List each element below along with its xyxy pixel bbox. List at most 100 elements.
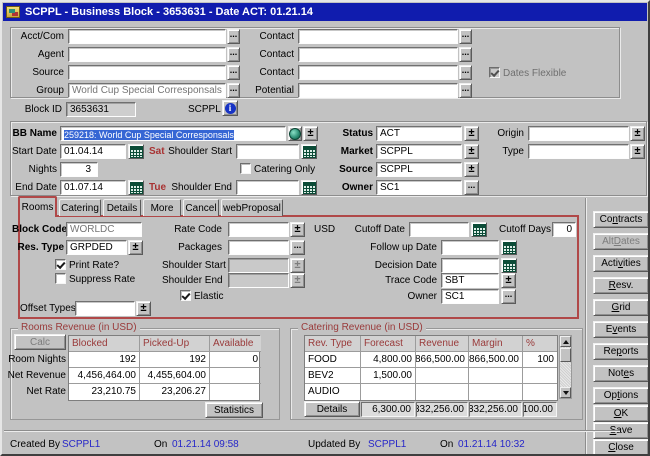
status-dropdown-icon[interactable]	[464, 126, 479, 141]
market-field[interactable]: SCPPL	[376, 144, 462, 159]
info-icon[interactable]	[222, 100, 238, 116]
block-id-field: 3653631	[66, 102, 136, 117]
source-lookup-button[interactable]	[227, 65, 240, 80]
contact1-field[interactable]	[298, 29, 458, 44]
res-type-dropdown-icon[interactable]	[128, 240, 143, 255]
contact2-lookup-button[interactable]	[459, 47, 472, 62]
activities-button[interactable]: Activities	[593, 255, 649, 272]
rooms-owner-field[interactable]: SC1	[441, 289, 499, 304]
type-field[interactable]	[528, 144, 629, 159]
contact1-lookup-button[interactable]	[459, 29, 472, 44]
cutoff-date-field[interactable]	[409, 222, 469, 237]
owner-field[interactable]: SC1	[376, 180, 462, 195]
scroll-down-icon[interactable]	[560, 387, 571, 398]
follow-up-calendar-icon[interactable]	[501, 240, 517, 255]
packages-label: Packages	[162, 242, 222, 254]
suppress-rate-checkbox[interactable]	[55, 273, 66, 284]
print-rate-checkbox[interactable]	[55, 259, 66, 270]
type-dropdown-icon[interactable]	[630, 144, 645, 159]
status-field[interactable]: ACT	[376, 126, 462, 141]
bb-name-dropdown-icon[interactable]	[303, 126, 318, 141]
shoulder-end-calendar-icon[interactable]	[301, 180, 317, 195]
elastic-checkbox[interactable]	[180, 290, 191, 301]
tab-webproposal[interactable]: webProposal	[221, 199, 283, 216]
origin-field[interactable]	[528, 126, 629, 141]
shoulder-start-field[interactable]	[236, 144, 299, 159]
acct-com-field[interactable]	[68, 29, 226, 44]
bb-name-field[interactable]: 259218: World Cup Special Corresponsals	[60, 126, 286, 141]
rooms-revenue-header-row: Blocked Picked-Up Available	[69, 336, 259, 352]
contact3-field[interactable]	[298, 65, 458, 80]
catering-table-scrollbar[interactable]	[559, 335, 572, 399]
cell-food-forecast: 4,800.00	[361, 352, 416, 368]
shoulder-end-field[interactable]	[236, 180, 299, 195]
source-field[interactable]	[68, 65, 226, 80]
res-type-field[interactable]: GRPDED	[66, 240, 127, 255]
scrollbar-thumb[interactable]	[560, 348, 571, 362]
contact3-lookup-button[interactable]	[459, 65, 472, 80]
catering-only-checkbox[interactable]	[240, 163, 251, 174]
total-margin: 3,332,256.00	[469, 402, 522, 417]
packages-field[interactable]	[228, 240, 289, 255]
nights-field[interactable]: 3	[60, 162, 98, 177]
potential-field[interactable]	[298, 83, 458, 98]
updated-by-value: SCPPL1	[368, 439, 406, 450]
rate-code-dropdown-icon[interactable]	[290, 222, 305, 237]
rate-code-field[interactable]	[228, 222, 289, 237]
resv-button[interactable]: Resv.	[593, 277, 649, 294]
acct-com-lookup-button[interactable]	[227, 29, 240, 44]
details-button[interactable]: Details	[304, 401, 360, 417]
cutoff-date-calendar-icon[interactable]	[471, 222, 487, 237]
notes-button[interactable]: Notes	[593, 365, 649, 382]
decision-date-field[interactable]	[441, 258, 499, 273]
cutoff-days-field[interactable]: 0	[552, 222, 576, 237]
block-code-field: WORLDC	[66, 222, 142, 237]
ok-button[interactable]: OK	[593, 405, 649, 422]
tab-catering[interactable]: Catering	[59, 199, 101, 216]
tab-more[interactable]: More	[143, 199, 181, 216]
options-button[interactable]: Options	[593, 387, 649, 404]
rooms-owner-lookup-button[interactable]	[501, 289, 516, 304]
tab-details[interactable]: Details	[103, 199, 141, 216]
net-revenue-row-label: Net Revenue	[4, 370, 66, 382]
end-date-field[interactable]: 01.07.14	[60, 180, 126, 195]
decision-date-calendar-icon[interactable]	[501, 258, 517, 273]
end-date-calendar-icon[interactable]	[128, 180, 144, 195]
start-date-calendar-icon[interactable]	[128, 144, 144, 159]
contracts-button[interactable]: Contracts	[593, 211, 649, 228]
globe-icon[interactable]	[288, 126, 302, 141]
start-date-field[interactable]: 01.04.14	[60, 144, 126, 159]
group-field[interactable]: World Cup Special Corresponsals	[68, 83, 226, 98]
offset-types-field[interactable]	[75, 301, 135, 316]
cell-food-revenue: 3,866,500.00	[416, 352, 469, 368]
market-dropdown-icon[interactable]	[464, 144, 479, 159]
agent-field[interactable]	[68, 47, 226, 62]
trace-code-dropdown-icon[interactable]	[501, 273, 516, 288]
scroll-up-icon[interactable]	[560, 336, 571, 347]
trace-code-field[interactable]: SBT	[441, 273, 499, 288]
offset-types-dropdown-icon[interactable]	[136, 301, 151, 316]
events-button[interactable]: Events	[593, 321, 649, 338]
shoulder-start-calendar-icon[interactable]	[301, 144, 317, 159]
cell-audio-pct	[523, 384, 557, 400]
catering-revenue-title: Catering Revenue (in USD)	[298, 322, 426, 333]
owner-lookup-button[interactable]	[464, 180, 479, 195]
close-button[interactable]: Close	[593, 439, 649, 456]
reports-button[interactable]: Reports	[593, 343, 649, 360]
follow-up-date-field[interactable]	[441, 240, 499, 255]
block-source-field[interactable]: SCPPL	[376, 162, 462, 177]
tab-cancel[interactable]: Cancel	[183, 199, 219, 216]
cell-net-rate-picked: 23,206.27	[140, 384, 210, 400]
updated-on-label: On	[440, 439, 453, 450]
group-lookup-button[interactable]	[227, 83, 240, 98]
contact2-field[interactable]	[298, 47, 458, 62]
block-source-dropdown-icon[interactable]	[464, 162, 479, 177]
origin-dropdown-icon[interactable]	[630, 126, 645, 141]
grid-button[interactable]: Grid	[593, 299, 649, 316]
agent-lookup-button[interactable]	[227, 47, 240, 62]
statistics-button[interactable]: Statistics	[205, 402, 263, 418]
packages-lookup-button[interactable]	[290, 240, 305, 255]
cutoff-days-label: Cutoff Days	[499, 224, 549, 236]
tab-rooms[interactable]: Rooms	[18, 196, 57, 217]
potential-lookup-button[interactable]	[459, 83, 472, 98]
